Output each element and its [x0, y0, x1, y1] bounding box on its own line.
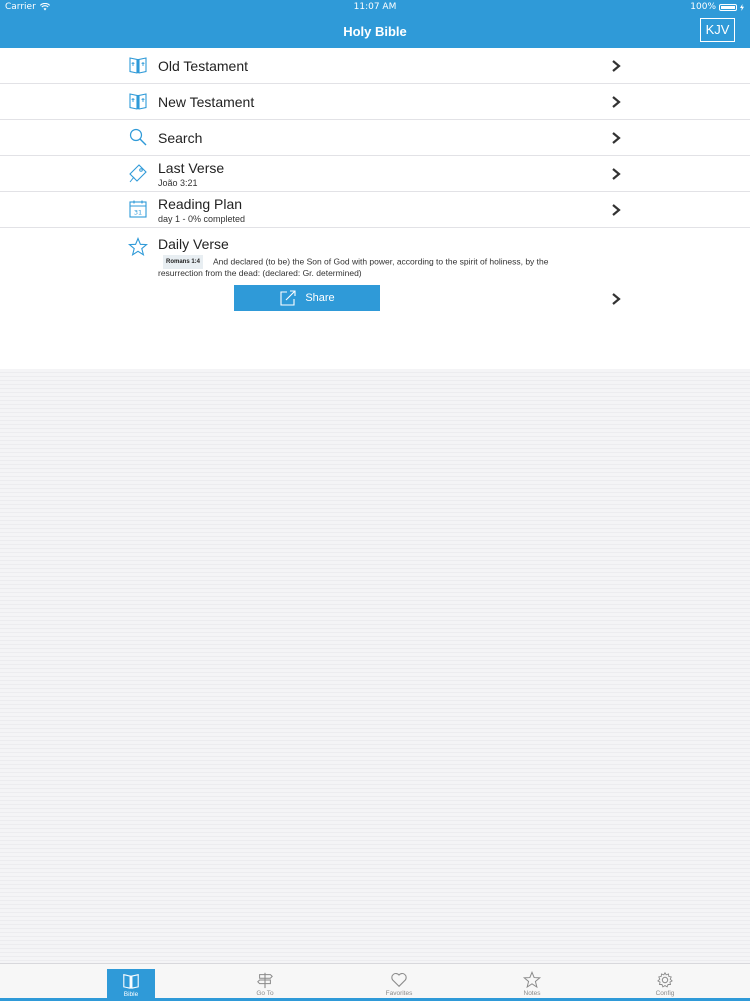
menu-item-reading-plan[interactable]: 31 Reading Plan day 1 - 0% completed — [0, 192, 750, 228]
star-icon — [522, 971, 542, 989]
verse-text: And declared (to be) the Son of God with… — [213, 256, 549, 267]
tab-notes[interactable]: Notes — [508, 968, 556, 1001]
tab-label: Go To — [256, 990, 274, 997]
chevron-right-icon — [612, 60, 621, 72]
tab-label: Notes — [523, 990, 541, 997]
tab-label: Favorites — [385, 990, 413, 997]
tab-label: Bible — [123, 991, 139, 998]
tab-go-to[interactable]: Go To — [241, 968, 289, 1001]
share-button[interactable]: Share — [234, 285, 380, 311]
calendar-icon: 31 — [129, 200, 147, 218]
heart-icon — [391, 973, 407, 988]
chevron-right-icon — [612, 204, 621, 216]
tab-favorites[interactable]: Favorites — [375, 968, 423, 1001]
reading-plan-progress: day 1 - 0% completed — [158, 214, 246, 224]
charging-bolt-icon — [740, 3, 744, 11]
battery-indicator: 100% — [690, 2, 744, 12]
tab-label: Config — [655, 990, 675, 997]
status-bar: Carrier 11:07 AM 100% — [0, 0, 750, 15]
chevron-right-icon — [612, 96, 621, 108]
svg-text:31: 31 — [134, 209, 142, 217]
menu-item-label: Last Verse — [158, 160, 225, 176]
signpost-icon — [257, 972, 273, 989]
chevron-right-icon — [612, 168, 621, 180]
empty-content-area — [0, 369, 750, 963]
book-icon — [129, 57, 147, 74]
tab-bar: Bible Go To Favorites Notes Config — [0, 963, 750, 1001]
menu-item-label: New Testament — [158, 94, 255, 110]
tab-config[interactable]: Config — [641, 968, 689, 1001]
book-icon — [123, 974, 139, 989]
last-verse-reference: João 3:21 — [158, 178, 198, 188]
menu-item-label: Old Testament — [158, 58, 249, 74]
menu-item-search[interactable]: Search — [0, 120, 750, 156]
gear-icon — [657, 971, 673, 988]
navigation-bar: Holy Bible KJV — [0, 15, 750, 48]
daily-verse-section[interactable]: Daily Verse Romans 1:4 And declared (to b… — [0, 231, 750, 369]
menu-item-label: Search — [158, 130, 203, 146]
battery-percent: 100% — [690, 2, 716, 12]
pin-icon — [129, 164, 147, 183]
tab-bible[interactable]: Bible — [107, 969, 155, 1001]
share-label: Share — [305, 292, 335, 304]
daily-verse-text-line-2: resurrection from the dead: (declared: G… — [158, 268, 362, 278]
page-title: Holy Bible — [343, 24, 407, 39]
share-icon — [280, 290, 296, 306]
main-menu: Old Testament New Testament Search Last … — [0, 48, 750, 369]
menu-item-old-testament[interactable]: Old Testament — [0, 48, 750, 84]
battery-icon — [719, 3, 737, 11]
version-button[interactable]: KJV — [700, 18, 735, 42]
star-icon — [128, 237, 148, 257]
chevron-right-icon — [612, 293, 621, 305]
chevron-right-icon — [612, 132, 621, 144]
daily-verse-label: Daily Verse — [158, 236, 229, 252]
book-icon — [129, 93, 147, 110]
menu-item-last-verse[interactable]: Last Verse João 3:21 — [0, 156, 750, 192]
search-icon — [129, 128, 147, 146]
clock: 11:07 AM — [353, 2, 397, 12]
menu-item-label: Reading Plan — [158, 196, 243, 212]
menu-item-new-testament[interactable]: New Testament — [0, 84, 750, 120]
